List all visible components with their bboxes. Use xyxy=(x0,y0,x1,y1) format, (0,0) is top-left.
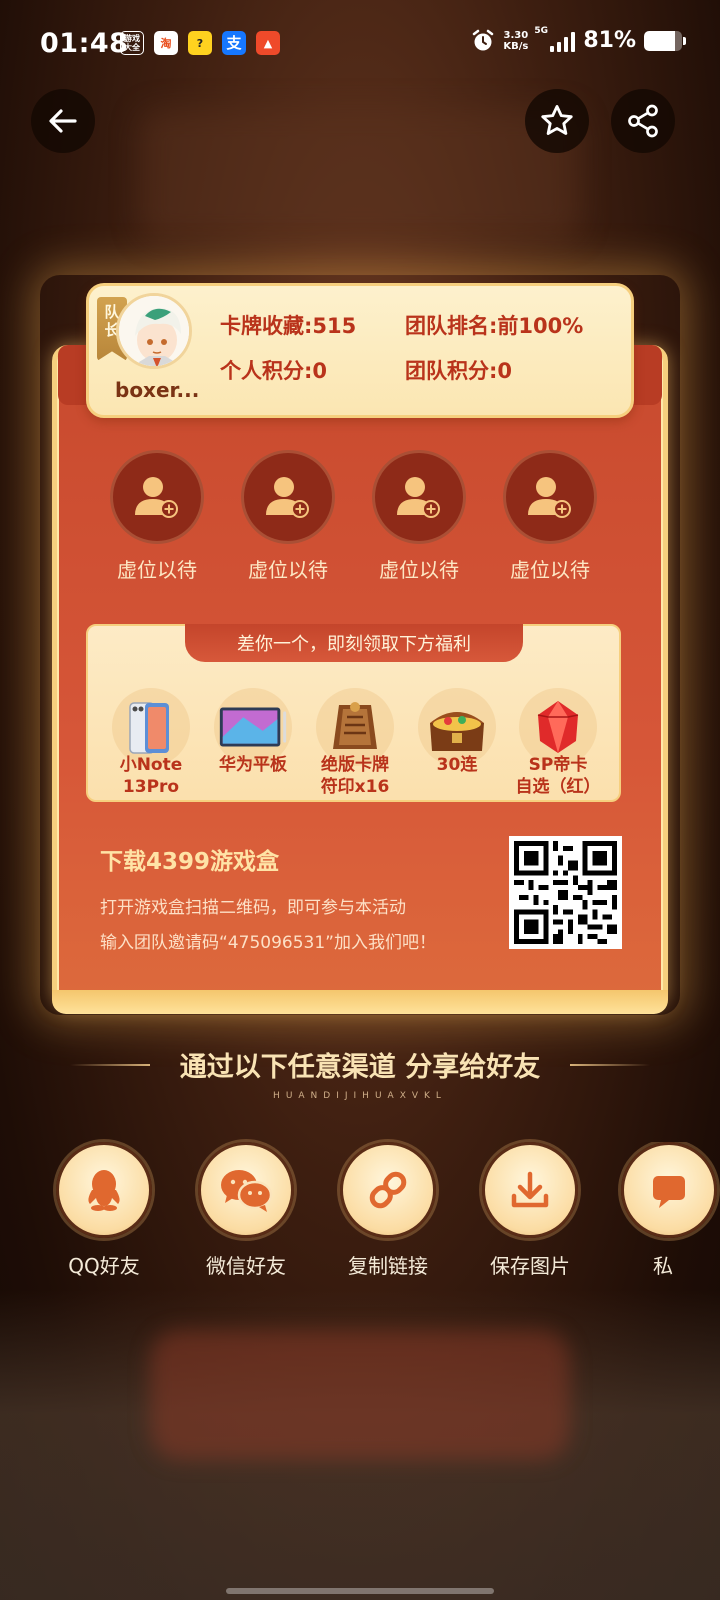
favorite-button[interactable] xyxy=(525,89,589,153)
signal-icon: 5G xyxy=(534,26,576,52)
battery-icon xyxy=(644,30,686,51)
add-member-icon xyxy=(135,477,178,518)
battery-percent: 81% xyxy=(583,28,636,53)
team-rank-stat: 团队排名:前100% xyxy=(405,314,584,338)
download-icon xyxy=(511,1171,549,1208)
reward-label: 绝版卡牌 符印x16 xyxy=(320,755,390,797)
add-member-icon xyxy=(266,477,309,518)
personal-score-stat: 个人积分:0 xyxy=(220,359,328,383)
link-icon xyxy=(369,1171,407,1209)
reward-item: 绝版卡牌 符印x16 xyxy=(305,688,405,798)
qq-icon xyxy=(88,1170,120,1211)
game-hub-notification-icon: 游戏 大全 xyxy=(120,31,144,55)
share-icon xyxy=(628,104,658,138)
share-label: 复制链接 xyxy=(348,1254,428,1278)
share-label: QQ好友 xyxy=(68,1254,140,1278)
member-slot[interactable]: 虚位以待 xyxy=(240,450,336,583)
invite-code-text: 输入团队邀请码“475096531”加入我们吧！ xyxy=(100,933,436,953)
wechat-icon xyxy=(221,1170,273,1212)
slot-circle xyxy=(372,450,466,544)
add-member-icon xyxy=(528,477,571,518)
background-blur xyxy=(140,110,580,240)
net-speed-unit: KB/s xyxy=(503,40,529,52)
reward-label: 小Note 13Pro xyxy=(119,755,183,797)
app-notification-icon: ▲ xyxy=(256,31,280,55)
reward-banner: 差你一个，即刻领取下方福利 xyxy=(185,624,523,662)
reward-item: 华为平板 xyxy=(203,688,303,776)
team-score-stat: 团队积分:0 xyxy=(405,359,513,383)
share-title: 通过以下任意渠道 分享给好友 xyxy=(179,1052,541,1083)
message-icon xyxy=(653,1176,685,1208)
slot-label: 虚位以待 xyxy=(117,558,197,582)
signal-bar xyxy=(571,31,576,52)
signal-bar xyxy=(564,36,569,52)
network-type: 5G xyxy=(534,25,548,36)
share-circle xyxy=(198,1142,294,1238)
reward-label: SP帝卡 自选（红） xyxy=(515,755,601,797)
net-speed: 3.30 KB/s xyxy=(503,30,528,52)
slot-circle xyxy=(241,450,335,544)
share-qq-button[interactable]: QQ好友 xyxy=(49,1142,159,1279)
share-message-button[interactable]: 私 xyxy=(617,1142,720,1279)
team-card-bottom-band xyxy=(52,990,668,1014)
share-label: 保存图片 xyxy=(490,1254,570,1278)
share-label: 微信好友 xyxy=(206,1254,286,1278)
share-label: 私 xyxy=(653,1254,673,1278)
download-title: 下载4399游戏盒 xyxy=(100,849,280,875)
copy-link-button[interactable]: 复制链接 xyxy=(333,1142,443,1279)
taobao-notification-icon: 淘 xyxy=(154,31,178,55)
member-slot[interactable]: 虚位以待 xyxy=(371,450,467,583)
card-collection-stat: 卡牌收藏:515 xyxy=(220,314,357,338)
home-indicator[interactable] xyxy=(226,1588,494,1594)
reward-label: 30连 xyxy=(436,755,478,775)
slot-circle xyxy=(110,450,204,544)
slot-label: 虚位以待 xyxy=(510,558,590,582)
share-button[interactable] xyxy=(611,89,675,153)
save-image-button[interactable]: 保存图片 xyxy=(475,1142,585,1279)
status-right: 3.30 KB/s 5G 81% xyxy=(471,26,686,53)
share-circle xyxy=(56,1142,152,1238)
member-slot[interactable]: 虚位以待 xyxy=(502,450,598,583)
slot-label: 虚位以待 xyxy=(248,558,328,582)
share-circle xyxy=(482,1142,578,1238)
reward-item: SP帝卡 自选（红） xyxy=(503,688,613,798)
share-circle xyxy=(340,1142,436,1238)
reward-label: 华为平板 xyxy=(219,755,287,775)
share-circle xyxy=(621,1142,717,1238)
download-instruction: 打开游戏盒扫描二维码，即可参与本活动 xyxy=(100,898,406,918)
alarm-icon xyxy=(473,29,494,50)
net-speed-value: 3.30 xyxy=(503,29,529,41)
share-subtitle: HUANDIJIHUAXVKL xyxy=(273,1091,447,1101)
back-button[interactable] xyxy=(31,89,95,153)
signal-bar xyxy=(550,45,555,52)
slot-label: 虚位以待 xyxy=(379,558,459,582)
add-member-icon xyxy=(397,477,440,518)
status-time: 01:48 xyxy=(40,28,129,59)
signal-bar xyxy=(557,41,562,52)
background-blur xyxy=(150,1330,570,1460)
star-icon xyxy=(541,105,573,135)
status-bar: 01:48 游戏 大全 淘 ? 支 ▲ 3.30 KB/s 5G 81% xyxy=(0,0,720,90)
username: boxer... xyxy=(115,378,200,402)
game-notification-icon: ? xyxy=(188,31,212,55)
share-wechat-button[interactable]: 微信好友 xyxy=(191,1142,301,1279)
arrow-left-icon xyxy=(49,109,77,133)
member-slot[interactable]: 虚位以待 xyxy=(109,450,205,583)
reward-item: 30连 xyxy=(407,688,507,776)
avatar[interactable] xyxy=(116,293,192,369)
qr-code xyxy=(509,836,622,949)
alipay-notification-icon: 支 xyxy=(222,31,246,55)
slot-circle xyxy=(503,450,597,544)
reward-item: 小Note 13Pro xyxy=(101,688,201,798)
